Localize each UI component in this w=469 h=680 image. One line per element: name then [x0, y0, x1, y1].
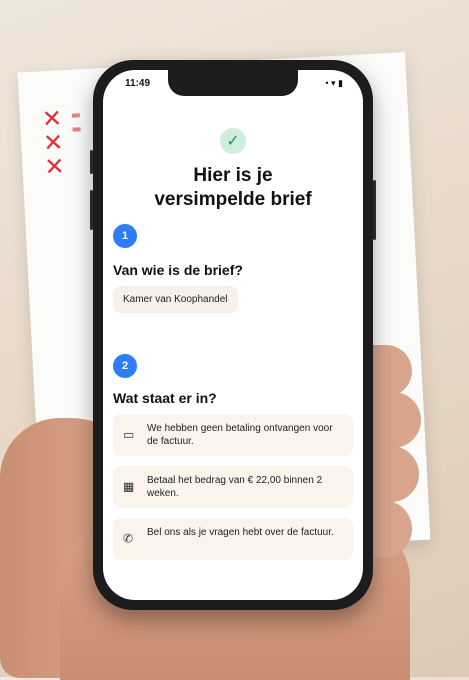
summary-item-text: We hebben geen betaling ontvangen voor d… [147, 423, 333, 447]
phone-side-button [373, 180, 376, 240]
success-check-icon: ✓ [220, 128, 246, 154]
smartphone: 11:49 • ▾ ▮ ✓ Hier is je versimpelde bri… [90, 60, 376, 610]
summary-item: ✆ Bel ons als je vragen hebt over de fac… [113, 518, 353, 560]
letter-header-lines [71, 109, 82, 141]
card-icon: ▭ [123, 427, 135, 442]
status-time: 11:49 [125, 78, 151, 89]
status-icons: • ▾ ▮ [325, 78, 343, 88]
step-badge-1: 1 [113, 224, 137, 248]
summary-item: ▦ Betaal het bedrag van € 22,00 binnen 2… [113, 466, 353, 508]
calendar-icon: ▦ [123, 479, 135, 494]
title-line: versimpelde brief [154, 189, 312, 210]
page-title: Hier is je versimpelde brief [103, 164, 363, 212]
sender-chip: Kamer van Koophandel [113, 286, 238, 313]
phone-icon: ✆ [123, 531, 134, 546]
cross-icon: ✕ [43, 152, 66, 182]
phone-screen: 11:49 • ▾ ▮ ✓ Hier is je versimpelde bri… [103, 70, 363, 600]
summary-item-text: Bel ons als je vragen hebt over de factu… [147, 527, 334, 538]
summary-item-text: Betaal het bedrag van € 22,00 binnen 2 w… [147, 475, 323, 499]
amsterdam-logo: ✕ ✕ ✕ [41, 104, 66, 182]
phone-side-button [90, 150, 93, 174]
step-badge-2: 2 [113, 354, 137, 378]
section-heading-content: Wat staat er in? [113, 390, 217, 406]
summary-item: ▭ We hebben geen betaling ontvangen voor… [113, 414, 353, 456]
title-line: Hier is je [193, 165, 273, 186]
phone-side-button [90, 190, 93, 230]
phone-notch [168, 70, 298, 96]
section-heading-sender: Van wie is de brief? [113, 262, 243, 278]
